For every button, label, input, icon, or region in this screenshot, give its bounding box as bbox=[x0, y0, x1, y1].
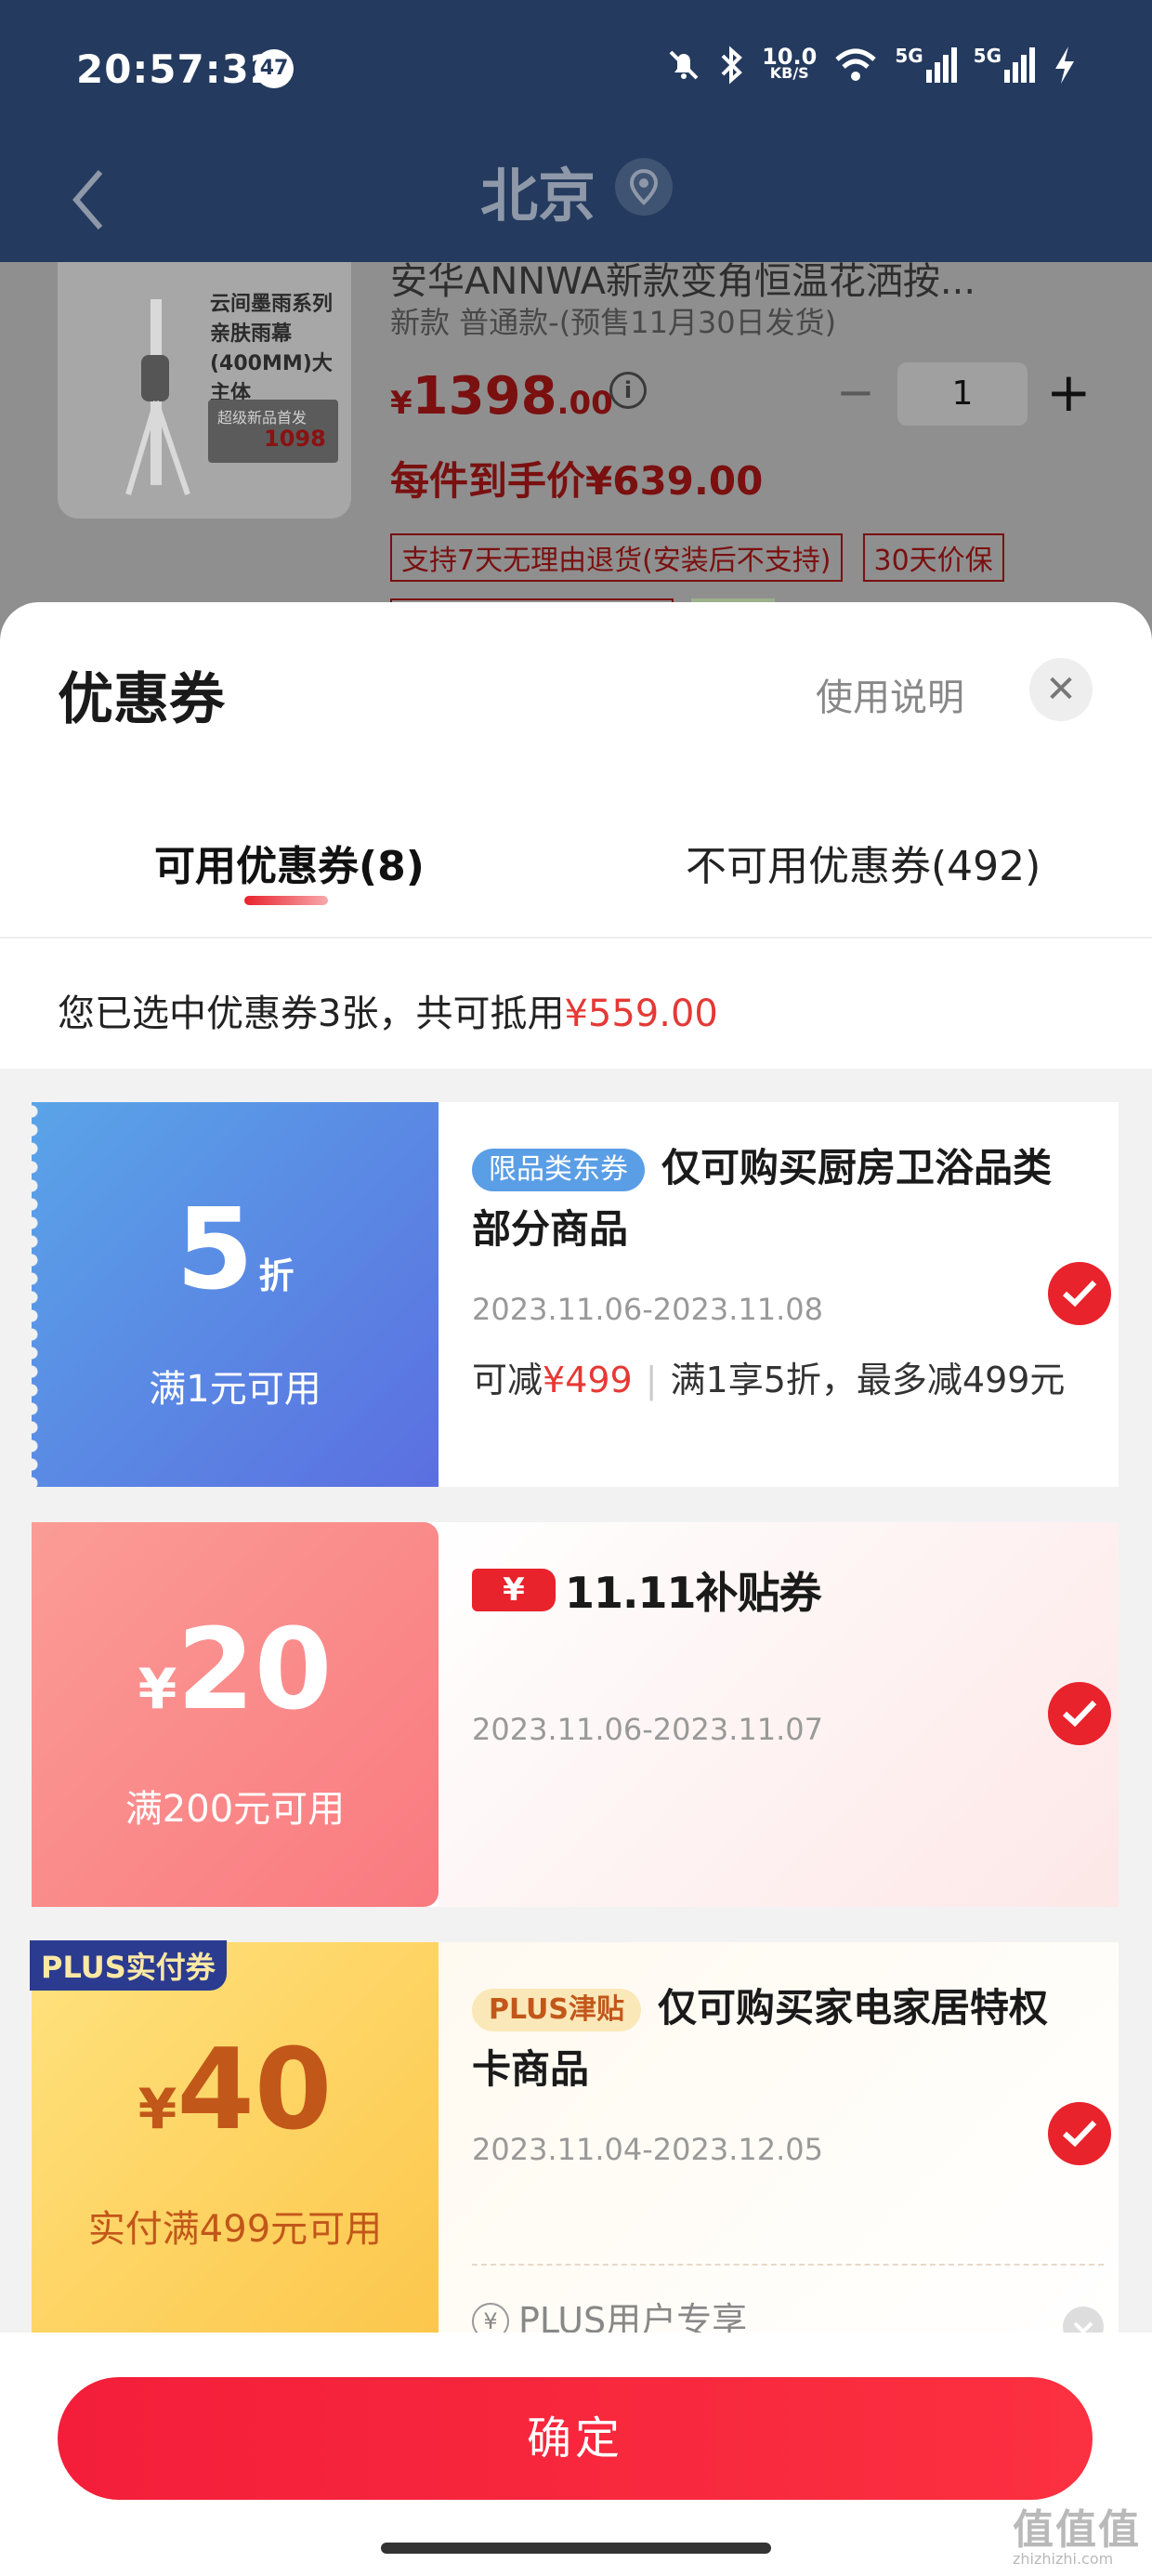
price-info-icon[interactable]: i bbox=[609, 372, 647, 409]
quantity-increase-button[interactable]: + bbox=[1046, 365, 1092, 419]
city-label[interactable]: 北京 bbox=[480, 149, 596, 232]
chevron-left-icon bbox=[72, 170, 103, 230]
selection-summary: 您已选中优惠券3张，共可抵用¥559.00 bbox=[58, 992, 718, 1035]
coupon-card[interactable]: PLUS实付券 ¥40 实付满499元可用 PLUS津贴 仅可购买家电家居特权卡商… bbox=[30, 1940, 1119, 2351]
coupon-value-panel: ¥20 满200元可用 bbox=[32, 1522, 439, 1907]
service-tag: 30天价保 bbox=[862, 533, 1004, 582]
checkmark-icon bbox=[1062, 2120, 1097, 2148]
coupon-sheet: 优惠券 使用说明 ✕ 可用优惠券(8) 不可用优惠券(492) 您已选中优惠券3… bbox=[0, 602, 1152, 2576]
coupon-tag: 限品类东券 bbox=[472, 1149, 645, 1191]
close-icon: ✕ bbox=[1045, 668, 1077, 711]
final-price: 每件到手价¥639.00 bbox=[390, 458, 764, 504]
status-bar: 20:57:32 47 10.0 KB/S 5G 5G bbox=[0, 0, 1152, 139]
sheet-title: 优惠券 bbox=[58, 667, 225, 732]
coupon-value: 5 折 bbox=[176, 1186, 295, 1315]
coupon-title: PLUS津贴 仅可购买家电家居特权卡商品 bbox=[472, 1985, 1049, 2092]
product-image: 云间墨雨系列 亲肤雨幕 (400MM)大主体 超级新品首发 1098 bbox=[58, 262, 351, 519]
coupon-value: ¥40 bbox=[137, 2026, 333, 2155]
coupon-min-spend: 满1元可用 bbox=[149, 1368, 321, 1411]
service-tag: 支持7天无理由退货(安装后不支持) bbox=[390, 533, 843, 582]
coupon-value-panel: PLUS实付券 ¥40 实付满499元可用 bbox=[30, 1940, 439, 2351]
bluetooth-icon bbox=[721, 46, 743, 85]
charging-icon bbox=[1055, 46, 1074, 84]
coupon-title: 限品类东券 仅可购买厨房卫浴品类部分商品 bbox=[472, 1145, 1053, 1252]
coupon-selected-checkbox[interactable] bbox=[1048, 1682, 1111, 1745]
location-pin-icon[interactable] bbox=[615, 158, 673, 216]
coupon-card[interactable]: 5 折 满1元可用 限品类东券 仅可购买厨房卫浴品类部分商品 2023.11.06… bbox=[32, 1102, 1119, 1487]
product-image-price: 1098 bbox=[264, 426, 326, 452]
coupon-tag: PLUS津贴 bbox=[472, 1989, 642, 2031]
net-speed-indicator: 10.0 KB/S bbox=[762, 44, 818, 82]
product-card: 云间墨雨系列 亲肤雨幕 (400MM)大主体 超级新品首发 1098 安华ANN… bbox=[0, 260, 1152, 634]
shower-illustration bbox=[125, 299, 190, 495]
notification-count-badge: 47 bbox=[255, 49, 294, 88]
usage-help-link[interactable]: 使用说明 bbox=[816, 667, 964, 721]
coupon-value-panel: 5 折 满1元可用 bbox=[32, 1102, 439, 1487]
coupon-selected-checkbox[interactable] bbox=[1048, 2102, 1111, 2165]
tab-unavailable-coupons[interactable]: 不可用优惠券(492) bbox=[686, 833, 1041, 892]
nav-bar: 北京 bbox=[0, 139, 1152, 262]
signal-sim1-icon: 5G bbox=[895, 46, 957, 83]
coupon-value: ¥20 bbox=[137, 1606, 333, 1735]
close-button[interactable]: ✕ bbox=[1029, 658, 1093, 721]
summary-amount: ¥559.00 bbox=[564, 992, 718, 1035]
plus-coupon-badge: PLUS实付券 bbox=[30, 1940, 227, 1991]
quantity-decrease-button[interactable]: − bbox=[836, 369, 875, 415]
coupon-detail-panel: 限品类东券 仅可购买厨房卫浴品类部分商品 2023.11.06-2023.11.0… bbox=[439, 1102, 1119, 1487]
product-price: ¥1398.00 bbox=[390, 366, 613, 427]
product-title: 安华ANNWA新款变角恒温花洒按... bbox=[390, 260, 976, 303]
signal-sim2-icon: 5G bbox=[974, 46, 1035, 83]
service-tags: 支持7天无理由退货(安装后不支持) 30天价保 bbox=[390, 533, 1004, 582]
coupon-card[interactable]: ¥20 满200元可用 ¥ 11.11补贴券 2023.11.06-2023.1… bbox=[32, 1522, 1119, 1907]
status-time: 20:57:32 bbox=[76, 46, 278, 92]
divider bbox=[0, 937, 1152, 939]
checkmark-icon bbox=[1062, 1280, 1097, 1308]
watermark-logo: 值值值 bbox=[1013, 2506, 1141, 2554]
coupon-list: 5 折 满1元可用 限品类东券 仅可购买厨房卫浴品类部分商品 2023.11.06… bbox=[0, 1069, 1152, 2351]
checkmark-icon bbox=[1062, 1700, 1097, 1728]
mute-bell-icon bbox=[669, 50, 699, 80]
sheet-footer: 确定 bbox=[0, 2333, 1152, 2576]
coupon-rule: 可减¥499 | 满1享5折，最多减499元 bbox=[472, 1360, 1066, 1400]
yen-tag-icon: ¥ bbox=[472, 1569, 556, 1611]
quantity-input[interactable]: 1 bbox=[897, 362, 1028, 426]
coupon-date: 2023.11.06-2023.11.07 bbox=[472, 1712, 823, 1747]
subsidy-coupon-name: 11.11补贴券 bbox=[565, 1568, 822, 1618]
coupon-min-spend: 实付满499元可用 bbox=[87, 2208, 383, 2251]
home-indicator[interactable] bbox=[381, 2543, 771, 2554]
coupon-detail-panel: PLUS津贴 仅可购买家电家居特权卡商品 2023.11.04-2023.12.0… bbox=[439, 1942, 1119, 2351]
coupon-min-spend: 满200元可用 bbox=[124, 1788, 346, 1831]
product-image-caption: 云间墨雨系列 亲肤雨幕 (400MM)大主体 bbox=[210, 293, 334, 405]
divider bbox=[472, 2264, 1104, 2266]
coupon-date: 2023.11.06-2023.11.08 bbox=[472, 1292, 823, 1327]
subsidy-coupon-logo: ¥ 11.11补贴券 bbox=[472, 1559, 822, 1621]
active-tab-indicator bbox=[244, 896, 328, 905]
watermark-url: zhizhizhi.com bbox=[1013, 2550, 1114, 2568]
wifi-icon bbox=[835, 48, 876, 81]
confirm-button[interactable]: 确定 bbox=[58, 2377, 1093, 2500]
tab-available-coupons[interactable]: 可用优惠券(8) bbox=[154, 833, 425, 892]
product-variant: 新款 普通款-(预售11月30日发货) bbox=[390, 305, 837, 340]
coupon-detail-panel: ¥ 11.11补贴券 2023.11.06-2023.11.07 bbox=[439, 1522, 1119, 1907]
back-button[interactable] bbox=[63, 153, 119, 246]
coupon-date: 2023.11.04-2023.12.05 bbox=[472, 2132, 823, 2167]
coupon-selected-checkbox[interactable] bbox=[1048, 1262, 1111, 1325]
status-icons: 10.0 KB/S 5G 5G bbox=[665, 45, 1078, 85]
